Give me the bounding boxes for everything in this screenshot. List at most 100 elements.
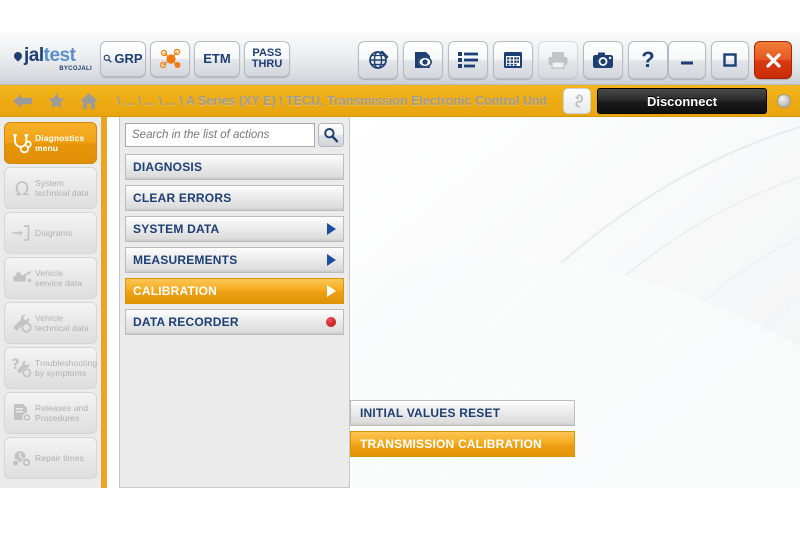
top-toolbar: jaltest BYCOJALI GRP ETM PASS THRU ? bbox=[0, 33, 800, 85]
eye-document-icon bbox=[412, 49, 434, 71]
back-arrow-icon[interactable] bbox=[12, 92, 34, 110]
module-button-group: GRP ETM PASS THRU bbox=[100, 40, 290, 77]
sidebar-item-label: Troubleshooting by symptoms bbox=[35, 358, 98, 378]
window-controls bbox=[668, 41, 792, 79]
sidebar-item-label: Diagrams bbox=[35, 228, 73, 238]
globe-icon bbox=[367, 49, 389, 71]
chevron-right-icon bbox=[327, 223, 336, 235]
action-row-clear-errors[interactable]: CLEAR ERRORS bbox=[125, 185, 344, 211]
action-row-calibration[interactable]: CALIBRATION bbox=[125, 278, 344, 304]
star-icon[interactable] bbox=[47, 92, 66, 110]
oil-can-icon bbox=[9, 267, 35, 289]
jaltest-logo: jaltest BYCOJALI bbox=[12, 44, 92, 72]
minimize-button[interactable] bbox=[668, 41, 706, 79]
chevron-right-icon bbox=[327, 254, 336, 266]
center-toolbar-group: ? bbox=[358, 41, 668, 79]
clock-gears-icon bbox=[9, 447, 35, 469]
sidebar-item-label: Vehicle technical data bbox=[35, 313, 89, 333]
action-label: DIAGNOSIS bbox=[133, 160, 203, 174]
list-icon bbox=[457, 50, 479, 70]
logo-text-test: test bbox=[43, 44, 76, 66]
maximize-button[interactable] bbox=[711, 41, 749, 79]
action-row-data-recorder[interactable]: DATA RECORDER bbox=[125, 309, 344, 335]
chevron-right-icon bbox=[327, 285, 336, 297]
camera-icon bbox=[592, 51, 614, 69]
logo-wordmark: jaltest bbox=[12, 44, 92, 66]
action-label: CALIBRATION bbox=[133, 284, 217, 298]
action-row-system-data[interactable]: SYSTEM DATA bbox=[125, 216, 344, 242]
stethoscope-icon bbox=[9, 132, 35, 154]
logo-subtitle: BYCOJALI bbox=[59, 65, 92, 72]
network-button[interactable] bbox=[150, 40, 190, 77]
main-body: Diagnostics menu Ω System technical data bbox=[0, 117, 800, 488]
sidebar-item-label: Repair times bbox=[35, 453, 84, 463]
action-label: SYSTEM DATA bbox=[133, 222, 220, 236]
calendar-button[interactable] bbox=[493, 41, 533, 79]
omega-icon: Ω bbox=[9, 177, 35, 199]
pass-thru-label-line1: PASS bbox=[252, 46, 282, 59]
sidebar-item-label: Diagnostics menu bbox=[35, 133, 85, 153]
help-button[interactable]: ? bbox=[628, 41, 668, 79]
preview-button[interactable] bbox=[403, 41, 443, 79]
web-button[interactable] bbox=[358, 41, 398, 79]
actions-panel: DIAGNOSIS CLEAR ERRORS SYSTEM DATA MEASU… bbox=[119, 117, 350, 488]
sidebar-item-diagrams[interactable]: Diagrams bbox=[4, 212, 97, 254]
sidebar-item-label: Releases and Procedures bbox=[35, 403, 89, 423]
left-sidebar: Diagnostics menu Ω System technical data bbox=[0, 117, 107, 488]
record-dot-icon bbox=[326, 317, 336, 327]
action-label: MEASUREMENTS bbox=[133, 253, 238, 267]
sidebar-item-troubleshooting-by-symptoms[interactable]: ? Troubleshooting by symptoms bbox=[4, 347, 97, 389]
sidebar-item-diagnostics-menu[interactable]: Diagnostics menu bbox=[4, 122, 97, 164]
action-label: DATA RECORDER bbox=[133, 315, 239, 329]
circuit-diagram-icon bbox=[9, 222, 35, 244]
action-row-diagnosis[interactable]: DIAGNOSIS bbox=[125, 154, 344, 180]
search-icon bbox=[323, 127, 339, 143]
jaltest-application-window: jaltest BYCOJALI GRP ETM PASS THRU ? \ .… bbox=[0, 33, 800, 488]
document-gear-icon bbox=[9, 402, 35, 424]
pass-thru-label-line2: THRU bbox=[251, 57, 283, 70]
sidebar-item-vehicle-service-data[interactable]: Vehicle service data bbox=[4, 257, 97, 299]
submenu-row-transmission-calibration[interactable]: TRANSMISSION CALIBRATION bbox=[350, 431, 575, 457]
sidebar-item-label: System technical data bbox=[35, 178, 89, 198]
home-icon[interactable] bbox=[79, 92, 99, 110]
breadcrumb-bar: \ ... \ ... \ ... \ A Series (XY E) \ TE… bbox=[0, 85, 800, 117]
submenu-row-initial-values-reset[interactable]: INITIAL VALUES RESET bbox=[350, 400, 575, 426]
breadcrumb-nav-icons bbox=[12, 92, 99, 110]
sidebar-item-repair-times[interactable]: Repair times bbox=[4, 437, 97, 479]
search-button[interactable] bbox=[318, 123, 344, 147]
wrench-gear-icon bbox=[9, 312, 35, 334]
sidebar-item-releases-and-procedures[interactable]: Releases and Procedures bbox=[4, 392, 97, 434]
print-button[interactable] bbox=[538, 41, 578, 79]
search-box[interactable] bbox=[125, 123, 315, 147]
question-mark-icon: ? bbox=[641, 47, 655, 72]
sidebar-item-system-technical-data[interactable]: Ω System technical data bbox=[4, 167, 97, 209]
screenshot-button[interactable] bbox=[583, 41, 623, 79]
plug-connector-icon bbox=[569, 93, 586, 110]
svg-text:Ω: Ω bbox=[15, 178, 30, 199]
pass-thru-button[interactable]: PASS THRU bbox=[244, 40, 290, 77]
sidebar-item-vehicle-technical-data[interactable]: Vehicle technical data bbox=[4, 302, 97, 344]
connection-status-led bbox=[777, 94, 791, 108]
action-label: CLEAR ERRORS bbox=[133, 191, 232, 205]
etm-button[interactable]: ETM bbox=[194, 40, 240, 77]
disconnect-button[interactable]: Disconnect bbox=[597, 88, 767, 114]
sidebar-item-label: Vehicle service data bbox=[35, 268, 83, 288]
plug-button[interactable] bbox=[563, 88, 591, 114]
network-nodes-icon bbox=[157, 47, 183, 71]
calibration-submenu: INITIAL VALUES RESET TRANSMISSION CALIBR… bbox=[350, 400, 575, 462]
search-input[interactable] bbox=[132, 129, 308, 141]
calendar-icon bbox=[502, 50, 524, 70]
grp-button[interactable]: GRP bbox=[100, 40, 146, 77]
list-button[interactable] bbox=[448, 41, 488, 79]
close-button[interactable] bbox=[754, 41, 792, 79]
connection-controls: Disconnect bbox=[563, 88, 794, 114]
grp-button-label: GRP bbox=[114, 51, 143, 66]
magnifier-icon bbox=[103, 54, 113, 63]
action-row-measurements[interactable]: MEASUREMENTS bbox=[125, 247, 344, 273]
minimize-icon bbox=[679, 53, 695, 67]
question-wrench-icon: ? bbox=[9, 357, 35, 379]
submenu-label: TRANSMISSION CALIBRATION bbox=[360, 437, 542, 451]
submenu-label: INITIAL VALUES RESET bbox=[360, 406, 501, 420]
printer-icon bbox=[547, 50, 569, 70]
breadcrumb[interactable]: \ ... \ ... \ ... \ A Series (XY E) \ TE… bbox=[117, 94, 547, 108]
